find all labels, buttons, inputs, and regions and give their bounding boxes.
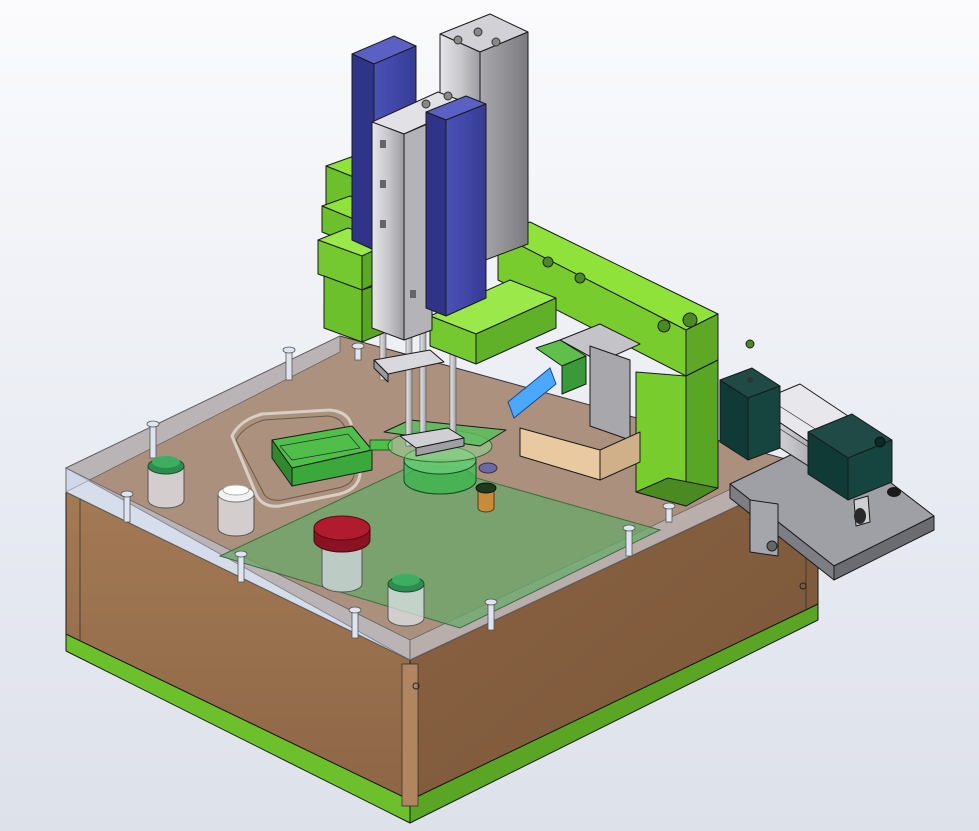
cabinet-corner-post xyxy=(401,663,419,807)
cad-viewport[interactable] xyxy=(0,0,979,831)
start-button-green-right-icon xyxy=(387,574,425,627)
pneumatic-cylinder-icon xyxy=(719,367,935,581)
emergency-stop-button-icon xyxy=(313,515,371,593)
start-button-green-left-icon xyxy=(147,456,185,509)
assembly-drawing xyxy=(64,13,935,824)
reset-button-white-icon xyxy=(217,484,255,537)
